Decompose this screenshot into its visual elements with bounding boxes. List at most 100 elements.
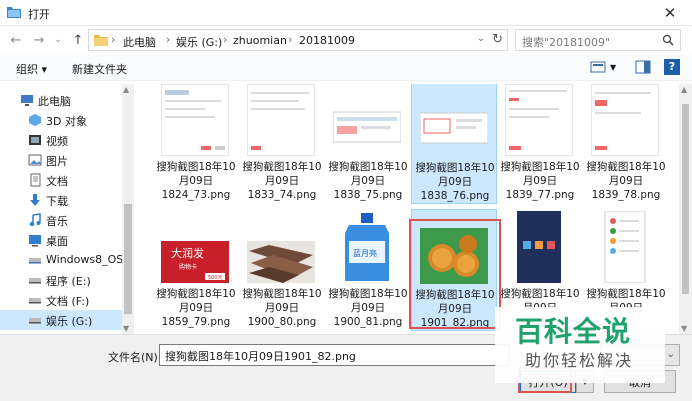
file-name-line: 月09日 <box>264 302 300 314</box>
file-tile[interactable]: 搜狗截图18年10 月09日 1839_77.png <box>497 84 583 204</box>
sidebar-item-this-pc[interactable]: 此电脑 <box>0 90 122 110</box>
watermark-subtitle: 助你轻松解决 <box>525 351 634 370</box>
close-button[interactable]: ✕ <box>648 0 692 26</box>
screenshot-thumbnail <box>161 84 229 156</box>
breadcrumb-current-folder[interactable]: 20181009 <box>299 34 355 47</box>
forward-button[interactable]: → <box>31 32 47 48</box>
scroll-up-icon[interactable]: ▲ <box>123 85 129 94</box>
new-folder-button[interactable]: 新建文件夹 <box>72 61 127 77</box>
sidebar-item-documents[interactable]: 文档 <box>0 170 122 190</box>
breadcrumb-separator-icon: › <box>166 33 171 46</box>
phone-screenshot-thumbnail <box>604 211 646 283</box>
navigation-bar: ← → ⌄ ↑ › 此电脑 › 娱乐 (G:) › zhuomian › 201… <box>0 27 692 53</box>
recent-locations-button[interactable]: ⌄ <box>50 32 66 48</box>
scroll-down-icon[interactable]: ▼ <box>123 324 129 333</box>
gift-card-thumbnail: 大润发购物卡 500元 <box>161 241 229 283</box>
file-name-line: 搜狗截图18年10 <box>242 161 322 173</box>
breadcrumb-zhuomian[interactable]: zhuomian <box>233 34 287 47</box>
file-name-line: 1859_79.png <box>161 316 231 328</box>
thumbnail-text: 500元 <box>208 275 223 281</box>
mooncake-thumbnail <box>420 228 488 284</box>
sidebar-item-label: 视频 <box>46 135 68 148</box>
file-tile[interactable]: 蓝月亮 搜狗截图18年10 月09日 1900_81.png <box>325 209 411 331</box>
file-name-line: 1900_80.png <box>247 316 317 328</box>
phone-screenshot-thumbnail <box>517 211 561 283</box>
drive-icon <box>29 318 41 324</box>
sidebar-item-music[interactable]: 音乐 <box>0 210 122 230</box>
file-list-scrollbar[interactable]: ▲ ▼ <box>679 84 692 334</box>
3d-objects-icon <box>29 114 41 126</box>
file-name-line: 1833_74.png <box>247 189 317 201</box>
file-tile[interactable]: 搜狗截图18年10 月09日 1824_73.png <box>153 84 239 204</box>
refresh-icon[interactable]: ↻ <box>492 32 503 47</box>
window-title: 打开 <box>28 8 50 21</box>
file-name-line: 月09日 <box>178 175 214 187</box>
file-name-line: 1900_81.png <box>333 316 403 328</box>
file-tile[interactable]: 大润发 购物卡 500元 搜狗截图18年10 月09日 1859_79.png <box>153 209 239 331</box>
thumbnail-text: 购物卡 <box>179 263 197 271</box>
arrow-up-icon: ↑ <box>72 32 84 48</box>
file-name-input[interactable]: 搜狗截图18年10月09日1901_82.png <box>159 344 509 366</box>
scrollbar-thumb[interactable] <box>124 204 132 314</box>
preview-pane-icon[interactable] <box>635 60 651 74</box>
downloads-icon <box>30 194 40 206</box>
sidebar-item-label: 3D 对象 <box>46 115 87 128</box>
file-tile[interactable]: 搜狗截图18年10 月09日 1900_80.png <box>239 209 325 331</box>
file-tile[interactable]: 搜狗截图18年10 月09日 1833_74.png <box>239 84 325 204</box>
file-name-line: 搜狗截图18年10 <box>242 288 322 300</box>
sidebar-item-desktop[interactable]: 桌面 <box>0 230 122 250</box>
sidebar-item-label: 桌面 <box>46 235 68 248</box>
sidebar-item-downloads[interactable]: 下载 <box>0 190 122 210</box>
scroll-down-icon[interactable]: ▼ <box>681 324 687 333</box>
file-list: 搜狗截图18年10 月09日 1824_73.png 搜狗截图18年10 月09日 18… <box>135 84 678 334</box>
sidebar-item-drive-e[interactable]: 程序 (E:) <box>0 270 122 290</box>
file-name-line: 1839_78.png <box>591 189 661 201</box>
chocolate-thumbnail <box>247 241 315 283</box>
arrow-left-icon: ← <box>10 32 22 48</box>
file-name-line: 月09日 <box>437 303 473 315</box>
address-bar[interactable]: › 此电脑 › 娱乐 (G:) › zhuomian › 20181009 ⌄ … <box>88 29 508 51</box>
video-icon <box>29 135 41 145</box>
sidebar-item-drive-f[interactable]: 文档 (F:) <box>0 290 122 310</box>
sidebar-item-3d-objects[interactable]: 3D 对象 <box>0 110 122 130</box>
sidebar-scrollbar[interactable]: ▲ ▼ <box>122 84 134 334</box>
sidebar-item-pictures[interactable]: 图片 <box>0 150 122 170</box>
sidebar-item-drive-c[interactable]: Windows8_OS (C <box>0 250 133 270</box>
chevron-down-icon: ⌄ <box>54 35 62 45</box>
back-button[interactable]: ← <box>8 32 24 48</box>
file-name-line: 搜狗截图18年10 <box>156 161 236 173</box>
file-name-line: 搜狗截图18年10 <box>328 288 408 300</box>
breadcrumb-this-pc[interactable]: 此电脑 <box>123 34 156 50</box>
folder-icon <box>94 35 108 46</box>
sidebar-item-label: 文档 (F:) <box>46 295 90 308</box>
file-name-line: 月09日 <box>437 176 473 188</box>
file-name-label: 文件名(N): <box>108 351 162 364</box>
screenshot-thumbnail <box>247 84 315 156</box>
file-name-line: 搜狗截图18年10 <box>415 289 495 301</box>
scrollbar-thumb[interactable] <box>682 104 689 294</box>
sidebar-item-videos[interactable]: 视频 <box>0 130 122 150</box>
file-tile-selected[interactable]: 搜狗截图18年10 月09日 1901_82.png <box>411 209 497 331</box>
file-name-line: 1901_82.png <box>420 317 490 329</box>
address-dropdown-icon[interactable]: ⌄ <box>477 33 485 44</box>
screenshot-thumbnail <box>505 84 573 156</box>
file-tile[interactable]: 搜狗截图18年10 月09日 1838_75.png <box>325 84 411 204</box>
search-box[interactable]: 搜索"20181009" <box>515 29 681 51</box>
up-button[interactable]: ↑ <box>70 32 86 48</box>
navigation-pane: 此电脑 3D 对象 视频 图片 文档 下载 音乐 桌面 Windows8_OS … <box>0 84 134 334</box>
help-icon[interactable]: ? <box>664 59 680 75</box>
organize-button[interactable]: 组织 ▾ <box>16 61 47 77</box>
file-name-line: 搜狗截图18年10 <box>156 288 236 300</box>
breadcrumb-drive-g[interactable]: 娱乐 (G:) <box>176 34 222 50</box>
file-tile[interactable]: 搜狗截图18年10 月09日 1838_76.png <box>411 84 497 204</box>
breadcrumb-separator-icon: › <box>111 33 116 46</box>
file-tile[interactable]: 搜狗截图18年10 月09日 1839_78.png <box>583 84 669 204</box>
chevron-down-icon: ⌄ <box>666 349 675 360</box>
scroll-up-icon[interactable]: ▲ <box>681 85 687 94</box>
drive-icon <box>29 298 41 304</box>
documents-icon <box>30 173 41 187</box>
view-options-icon[interactable] <box>590 60 606 74</box>
view-dropdown-icon[interactable]: ▼ <box>610 63 616 72</box>
sidebar-item-label: 下载 <box>46 195 68 208</box>
sidebar-item-drive-g[interactable]: 娱乐 (G:) <box>0 310 122 330</box>
